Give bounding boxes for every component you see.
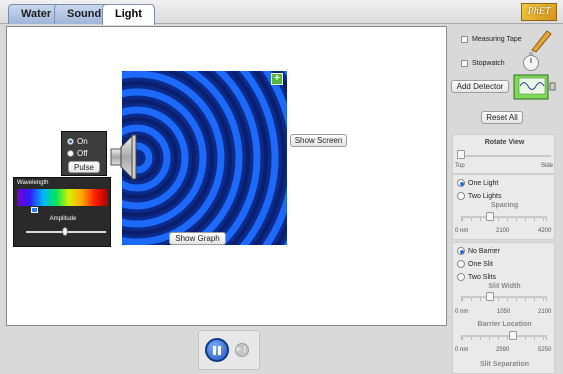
measuring-tape-option[interactable]: Measuring Tape [461,34,522,45]
lights-panel: One Light Two Lights Spacing 0 nm 2100 4… [452,174,555,240]
clock-controls: ▶❙ [198,330,260,370]
no-barrier-label: No Barrier [468,247,500,255]
barrier-location-min-label: 0 nm [455,347,469,353]
tab-light[interactable]: Light [102,4,155,25]
barrier-location-title: Barrier Location [477,321,532,328]
two-lights-radio[interactable] [457,192,465,200]
spacing-slider-track[interactable] [461,216,547,218]
no-barrier-radio[interactable] [457,247,465,255]
rotate-view-slider-thumb[interactable] [457,150,465,159]
wavelength-panel: Wavelength Amplitude [13,177,111,247]
slit-width-slider-track[interactable] [461,296,547,298]
spacing-max-label: 4200 [538,228,552,234]
spacing-mid-label: 2100 [496,228,510,234]
phet-logo: PhET [521,3,557,21]
light-source-control: On Off Pulse [61,131,107,176]
pulse-button[interactable]: Pulse [68,161,100,173]
measuring-tape-checkbox[interactable] [461,36,468,43]
no-barrier-option[interactable]: No Barrier [457,246,500,256]
two-slits-option[interactable]: Two Slits [457,272,496,282]
two-lights-option[interactable]: Two Lights [457,191,501,201]
barrier-location-max-label: 5250 [538,347,552,353]
two-lights-label: Two Lights [468,192,502,200]
rotate-view-title: Rotate View [484,139,525,146]
measuring-tape-icon [531,30,552,52]
rotate-top-label: Top [455,163,465,169]
play-area: + On Off Pulse Wavelength Amplitude Show… [6,26,447,326]
rotate-view-panel: Rotate View Top Side [452,134,555,174]
barrier-panel: No Barrier One Slit Two Slits Slit Width… [452,242,555,374]
spacing-slider-thumb[interactable] [486,212,494,221]
stopwatch-checkbox[interactable] [461,60,468,67]
step-forward-icon[interactable]: ▶❙ [235,343,249,357]
wavelength-spectrum-slider[interactable] [17,189,108,206]
slit-width-max-label: 2100 [538,309,552,315]
show-graph-button[interactable]: Show Graph [169,232,226,245]
detector-icon [513,74,556,100]
rotate-side-label: Side [541,163,554,169]
off-radio[interactable] [67,150,74,157]
wavelength-slider-thumb[interactable] [31,207,38,213]
amplitude-label: Amplitude [49,216,77,222]
stopwatch-option[interactable]: Stopwatch [461,58,505,69]
stopwatch-label: Stopwatch [472,60,505,67]
light-source-lamp-icon[interactable] [109,131,141,183]
one-light-label: One Light [468,179,499,187]
wave-pattern-graphic [122,71,287,245]
barrier-location-slider-thumb[interactable] [509,331,517,340]
show-screen-button[interactable]: Show Screen [290,134,347,147]
amplitude-slider-thumb[interactable] [62,227,68,236]
measuring-tape-label: Measuring Tape [472,36,522,43]
slit-width-mid-label: 1050 [497,309,511,315]
one-slit-option[interactable]: One Slit [457,259,493,269]
slit-width-slider-thumb[interactable] [486,292,494,301]
tab-bar: Water Sound Light PhET [0,0,563,25]
one-light-radio[interactable] [457,179,465,187]
slit-width-title: Slit Width [488,283,521,290]
rotate-view-slider-track[interactable] [459,155,551,157]
add-detector-button[interactable]: Add Detector [451,80,509,93]
reset-all-button[interactable]: Reset All [481,111,523,124]
spacing-title: Spacing [490,202,519,209]
on-label: On [77,137,88,146]
stopwatch-icon [523,52,539,71]
on-radio[interactable] [67,138,74,145]
barrier-location-slider-track[interactable] [461,335,547,337]
off-option[interactable]: Off [67,148,88,159]
spacing-min-label: 0 nm [455,228,469,234]
expand-screen-icon[interactable]: + [271,73,283,85]
slit-separation-title: Slit Separation [479,361,529,368]
slit-width-min-label: 0 nm [455,309,469,315]
two-slits-radio[interactable] [457,273,465,281]
wave-screen [122,71,287,245]
off-label: Off [77,149,88,158]
barrier-location-mid-label: 2590 [496,347,510,353]
one-light-option[interactable]: One Light [457,178,498,188]
pause-icon[interactable] [205,338,229,362]
wavelength-label: Wavelength [17,180,49,186]
two-slits-label: Two Slits [468,273,497,281]
one-slit-radio[interactable] [457,260,465,268]
on-option[interactable]: On [67,136,88,147]
one-slit-label: One Slit [468,260,493,268]
